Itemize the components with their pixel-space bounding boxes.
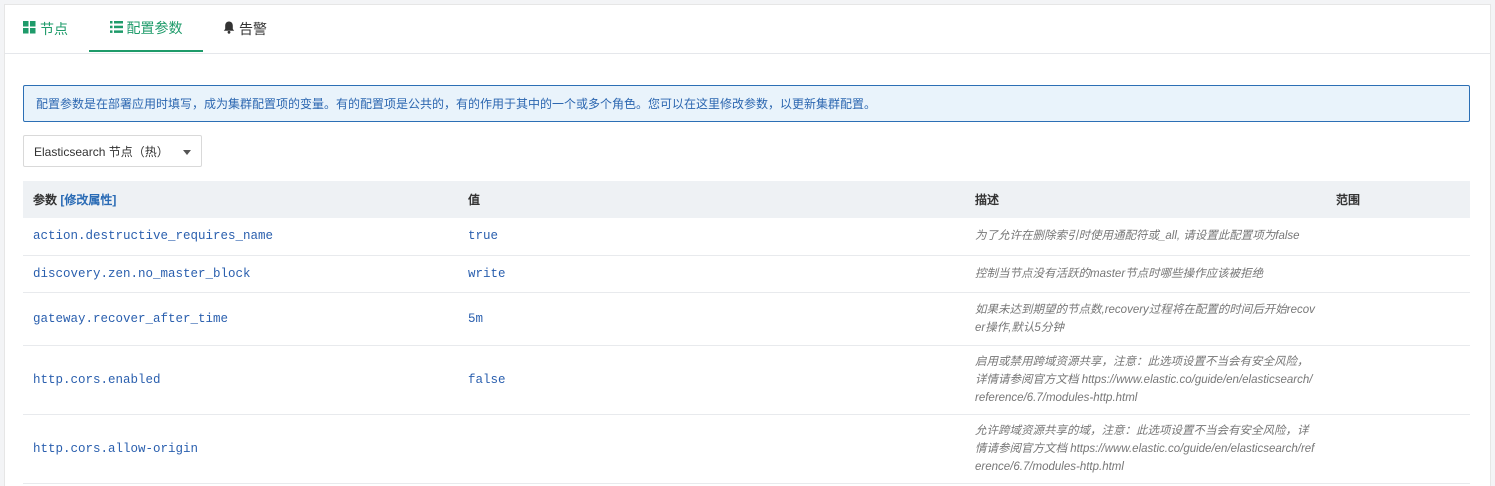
param-name[interactable]: discovery.zen.no_master_block bbox=[23, 255, 458, 293]
table-header-row: 参数 [修改属性] 值 描述 范围 bbox=[23, 181, 1470, 218]
param-desc: 为了允许在删除索引时使用通配符或_all, 请设置此配置项为false bbox=[975, 230, 1300, 243]
header-desc: 描述 bbox=[975, 193, 1000, 207]
param-desc-cell: 允许跨域资源共享的域，注意：此选项设置不当会有安全风险，详情请参阅官方文档 ht… bbox=[965, 414, 1326, 484]
info-alert: 配置参数是在部署应用时填写，成为集群配置项的变量。有的配置项是公共的，有的作用于… bbox=[23, 85, 1470, 122]
table-row: http.cors.enabled false 启用或禁用跨域资源共享，注意：此… bbox=[23, 345, 1470, 415]
edit-attributes-link[interactable]: [修改属性] bbox=[60, 193, 116, 207]
tab-bar: 节点 配置参数 告警 bbox=[5, 5, 1490, 54]
info-alert-text: 配置参数是在部署应用时填写，成为集群配置项的变量。有的配置项是公共的，有的作用于… bbox=[36, 97, 877, 111]
table-row: http.cors.allow-origin 允许跨域资源共享的域，注意：此选项… bbox=[23, 414, 1470, 484]
header-param: 参数 [修改属性] bbox=[33, 193, 117, 207]
param-desc: 启用或禁用跨域资源共享，注意：此选项设置不当会有安全风险，详情请参阅官方文档 h… bbox=[975, 355, 1313, 404]
table-row: action.destructive_requires_name true 为了… bbox=[23, 218, 1470, 256]
tab-config-params[interactable]: 配置参数 bbox=[89, 5, 203, 52]
param-desc-cell: 启用或禁用跨域资源共享，注意：此选项设置不当会有安全风险，详情请参阅官方文档 h… bbox=[965, 345, 1326, 415]
param-value[interactable]: true bbox=[458, 218, 965, 256]
param-desc: 如果未达到期望的节点数,recovery过程将在配置的时间后开始recover操… bbox=[975, 303, 1315, 334]
param-name[interactable]: gateway.recover_after_time bbox=[23, 292, 458, 346]
role-select[interactable]: Elasticsearch 节点（热） bbox=[23, 135, 202, 167]
param-value[interactable] bbox=[458, 414, 965, 484]
config-page: 节点 配置参数 告警 配置参数是在部署应用时填写，成为集群配置项的变量。有的配置… bbox=[4, 4, 1491, 486]
bell-icon bbox=[223, 21, 235, 37]
config-table: 参数 [修改属性] 值 描述 范围 action.destructive_req… bbox=[23, 181, 1470, 484]
header-value: 值 bbox=[468, 193, 481, 207]
param-scope bbox=[1326, 218, 1470, 256]
grid-icon bbox=[23, 21, 36, 37]
tab-nodes-label: 节点 bbox=[40, 21, 68, 37]
header-scope: 范围 bbox=[1336, 193, 1361, 207]
param-value[interactable]: 5m bbox=[458, 292, 965, 346]
param-desc-cell: 如果未达到期望的节点数,recovery过程将在配置的时间后开始recover操… bbox=[965, 292, 1326, 346]
param-desc-cell: 为了允许在删除索引时使用通配符或_all, 请设置此配置项为false bbox=[965, 218, 1326, 256]
param-name[interactable]: action.destructive_requires_name bbox=[23, 218, 458, 256]
param-name[interactable]: http.cors.enabled bbox=[23, 345, 458, 415]
role-select-value: Elasticsearch 节点（热） bbox=[34, 144, 169, 159]
table-row: discovery.zen.no_master_block write 控制当节… bbox=[23, 255, 1470, 293]
table-row: gateway.recover_after_time 5m 如果未达到期望的节点… bbox=[23, 292, 1470, 346]
param-scope bbox=[1326, 345, 1470, 415]
list-icon bbox=[109, 20, 123, 36]
tab-config-label: 配置参数 bbox=[126, 19, 183, 36]
param-name[interactable]: http.cors.allow-origin bbox=[23, 414, 458, 484]
param-scope bbox=[1326, 255, 1470, 293]
param-scope bbox=[1326, 414, 1470, 484]
tab-nodes[interactable]: 节点 bbox=[23, 5, 68, 53]
param-scope bbox=[1326, 292, 1470, 346]
param-desc: 控制当节点没有活跃的master节点时哪些操作应该被拒绝 bbox=[975, 267, 1264, 280]
caret-down-icon bbox=[183, 150, 191, 155]
param-desc-cell: 控制当节点没有活跃的master节点时哪些操作应该被拒绝 bbox=[965, 255, 1326, 293]
param-value[interactable]: false bbox=[458, 345, 965, 415]
tab-alerts[interactable]: 告警 bbox=[223, 5, 267, 53]
param-value[interactable]: write bbox=[458, 255, 965, 293]
param-desc: 允许跨域资源共享的域，注意：此选项设置不当会有安全风险，详情请参阅官方文档 ht… bbox=[975, 424, 1315, 473]
tab-alerts-label: 告警 bbox=[239, 21, 267, 37]
